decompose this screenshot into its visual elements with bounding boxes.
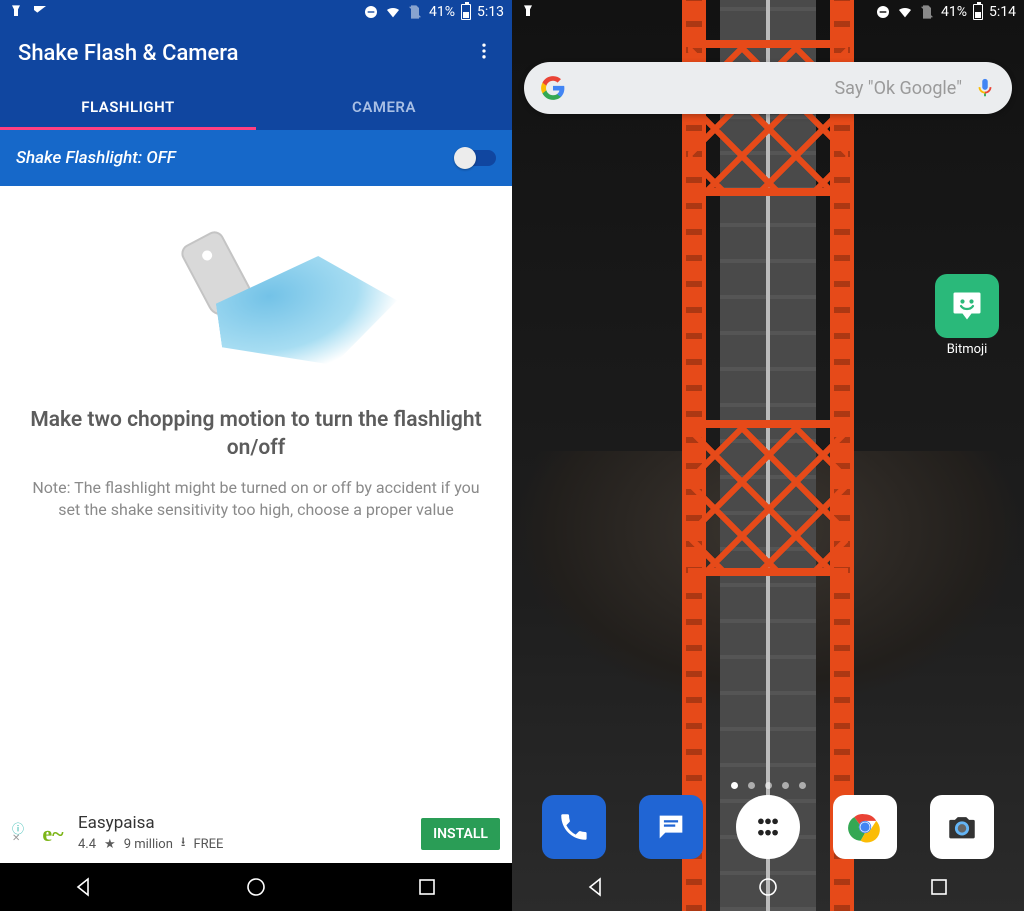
- dnd-icon: [875, 4, 891, 20]
- ad-badge: ⓘ ✕: [12, 824, 28, 844]
- android-nav-bar: [0, 863, 512, 911]
- battery-percent: 41%: [941, 4, 967, 20]
- instruction-panel: Make two chopping motion to turn the fla…: [0, 186, 512, 805]
- dock: [512, 795, 1024, 859]
- ad-banner[interactable]: ⓘ ✕ e~ Easypaisa 4.4 ★ 9 million ⭳ FREE …: [0, 805, 512, 863]
- app-bitmoji[interactable]: Bitmoji: [932, 274, 1002, 357]
- google-search-bar[interactable]: Say "Ok Google": [524, 62, 1012, 114]
- checkmark-status-icon: [32, 4, 48, 20]
- ad-downloads: 9 million: [124, 837, 173, 852]
- page-indicator[interactable]: [512, 782, 1024, 789]
- shake-toggle-switch[interactable]: [456, 150, 496, 166]
- flashlight-status-icon: [520, 4, 536, 20]
- shake-toggle-row: Shake Flashlight: OFF: [0, 130, 512, 186]
- search-hint: Say "Ok Google": [834, 78, 962, 99]
- ad-meta: 4.4 ★ 9 million ⭳ FREE: [78, 833, 223, 855]
- battery-icon: [973, 4, 983, 20]
- phone-left: 41% 5:13 Shake Flash & Camera FLASHLIGHT…: [0, 0, 512, 911]
- flashlight-status-icon: [8, 4, 24, 20]
- ad-app-name: Easypaisa: [78, 813, 223, 833]
- dock-messages[interactable]: [639, 795, 703, 859]
- dock-app-drawer[interactable]: [736, 795, 800, 859]
- mic-icon[interactable]: [974, 77, 996, 99]
- wifi-icon: [897, 4, 913, 20]
- recent-apps-button[interactable]: [415, 875, 439, 899]
- tab-bar: FLASHLIGHT CAMERA: [0, 82, 512, 130]
- clock: 5:13: [477, 4, 504, 20]
- ad-app-icon: e~: [36, 817, 70, 851]
- tab-camera[interactable]: CAMERA: [256, 82, 512, 130]
- download-icon: ⭳: [181, 833, 186, 855]
- app-title: Shake Flash & Camera: [18, 41, 239, 66]
- ad-price: FREE: [193, 837, 223, 852]
- app-bar: Shake Flash & Camera: [0, 24, 512, 82]
- tab-flashlight[interactable]: FLASHLIGHT: [0, 82, 256, 130]
- clock: 5:14: [989, 4, 1016, 20]
- ad-install-button[interactable]: INSTALL: [421, 818, 500, 850]
- dnd-icon: [363, 4, 379, 20]
- dock-chrome[interactable]: [833, 795, 897, 859]
- status-bar: 41% 5:14: [512, 0, 1024, 24]
- dock-phone[interactable]: [542, 795, 606, 859]
- shake-toggle-label: Shake Flashlight: OFF: [16, 148, 176, 168]
- no-sim-icon: [919, 4, 935, 20]
- ad-close-icon[interactable]: ✕: [12, 834, 20, 844]
- no-sim-icon: [407, 4, 423, 20]
- google-logo-icon: [540, 75, 566, 101]
- wifi-icon: [385, 4, 401, 20]
- instruction-note: Note: The flashlight might be turned on …: [16, 477, 496, 522]
- overflow-menu-button[interactable]: [474, 41, 494, 65]
- battery-icon: [461, 4, 471, 20]
- star-icon: ★: [104, 837, 116, 852]
- home-button[interactable]: [244, 875, 268, 899]
- back-button[interactable]: [73, 875, 97, 899]
- chop-illustration: [146, 226, 366, 376]
- ad-rating: 4.4: [78, 837, 96, 852]
- battery-percent: 41%: [429, 4, 455, 20]
- phone-right: 41% 5:14 Say "Ok Google": [512, 0, 1024, 911]
- status-bar: 41% 5:13: [0, 0, 512, 24]
- instruction-headline: Make two chopping motion to turn the fla…: [16, 406, 496, 463]
- dock-camera[interactable]: [930, 795, 994, 859]
- app-bitmoji-label: Bitmoji: [947, 342, 988, 357]
- home-grid[interactable]: Bitmoji: [512, 114, 1024, 911]
